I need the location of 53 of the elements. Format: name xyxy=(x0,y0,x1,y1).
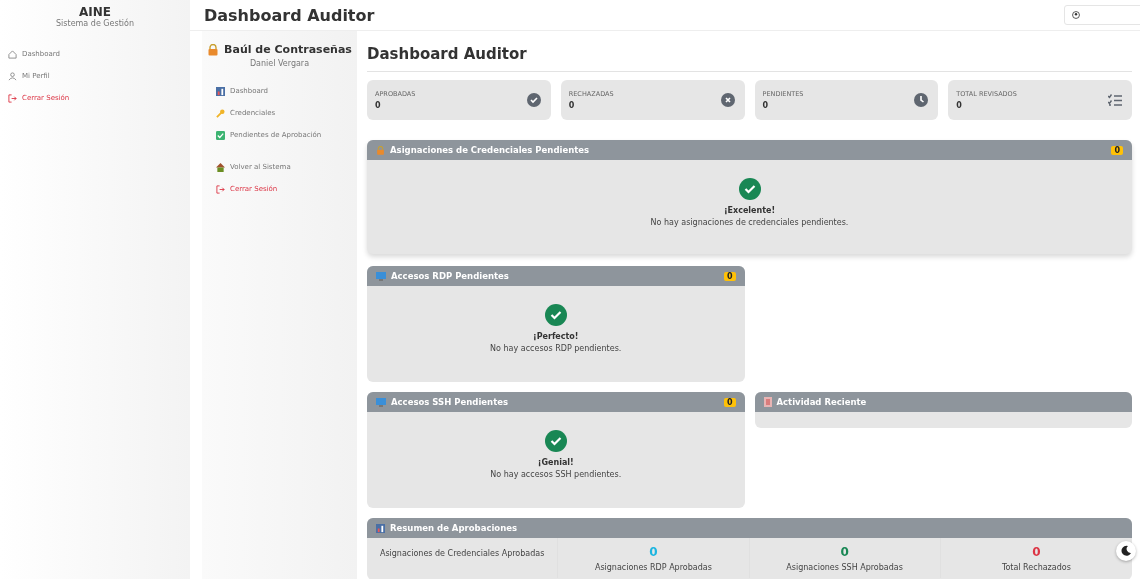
header-title: Dashboard Auditor xyxy=(204,5,375,25)
user-name: Daniel Vergara xyxy=(248,59,311,68)
count-badge: 0 xyxy=(723,271,736,281)
stat-value: 0 xyxy=(762,101,770,110)
check-circle-icon xyxy=(526,93,541,107)
summary-value: 0 xyxy=(649,544,658,559)
panel-title: Accesos SSH Pendientes xyxy=(391,397,510,407)
panel-title: Actividad Reciente xyxy=(776,397,868,407)
summary-label: Asignaciones SSH Aprobadas xyxy=(786,562,903,572)
summary-value: 0 xyxy=(1032,544,1041,559)
check-circle-icon xyxy=(544,304,567,326)
panel-title: Accesos RDP Pendientes xyxy=(391,271,510,281)
checklist-icon xyxy=(1108,93,1122,107)
home-icon xyxy=(8,49,17,59)
close-circle-icon xyxy=(720,93,735,107)
monitor-icon xyxy=(376,271,386,281)
empty-heading: ¡Perfecto! xyxy=(533,332,579,341)
panel-title: Asignaciones de Credenciales Pendientes xyxy=(390,145,591,155)
lock-icon xyxy=(207,43,220,56)
vault-title: Baúl de Contraseñas xyxy=(224,43,352,56)
empty-message: No hay accesos SSH pendientes. xyxy=(490,470,622,479)
empty-heading: ¡Excelente! xyxy=(723,206,776,215)
summary-value: 0 xyxy=(840,544,849,559)
empty-message: No hay accesos RDP pendientes. xyxy=(490,344,622,353)
check-circle-icon xyxy=(738,178,761,200)
stat-value: 0 xyxy=(375,101,382,110)
moon-icon xyxy=(1120,545,1132,557)
logout-icon xyxy=(8,93,17,103)
empty-message: No hay asignaciones de credenciales pendientes. xyxy=(650,218,849,227)
checkbox-icon xyxy=(216,130,225,140)
check-circle-icon xyxy=(544,430,567,452)
monitor-icon xyxy=(376,397,386,407)
page-title: Dashboard Auditor xyxy=(367,45,1132,72)
summary-label: Asignaciones de Credenciales Aprobadas xyxy=(379,548,545,558)
summary-label: Total Rechazados xyxy=(1001,562,1071,572)
bar-chart-icon xyxy=(376,523,385,533)
app-name: AINE xyxy=(78,4,111,19)
app-subtitle: Sistema de Gestión xyxy=(55,19,135,28)
panel-title: Resumen de Aprobaciones xyxy=(390,523,519,533)
clock-icon xyxy=(914,93,929,107)
stat-value: 0 xyxy=(956,101,963,110)
clipboard-icon xyxy=(763,397,772,407)
theme-toggle-button[interactable] xyxy=(1116,541,1136,561)
lock-icon xyxy=(376,145,385,155)
key-icon xyxy=(216,108,225,118)
count-badge: 0 xyxy=(1111,145,1123,155)
house-icon xyxy=(216,162,225,172)
summary-label: Asignaciones RDP Aprobadas xyxy=(594,562,712,572)
stat-value: 0 xyxy=(568,101,576,110)
bar-chart-icon xyxy=(216,86,225,96)
count-badge: 0 xyxy=(723,397,736,407)
logout-icon xyxy=(216,184,225,194)
empty-heading: ¡Genial! xyxy=(537,458,574,467)
